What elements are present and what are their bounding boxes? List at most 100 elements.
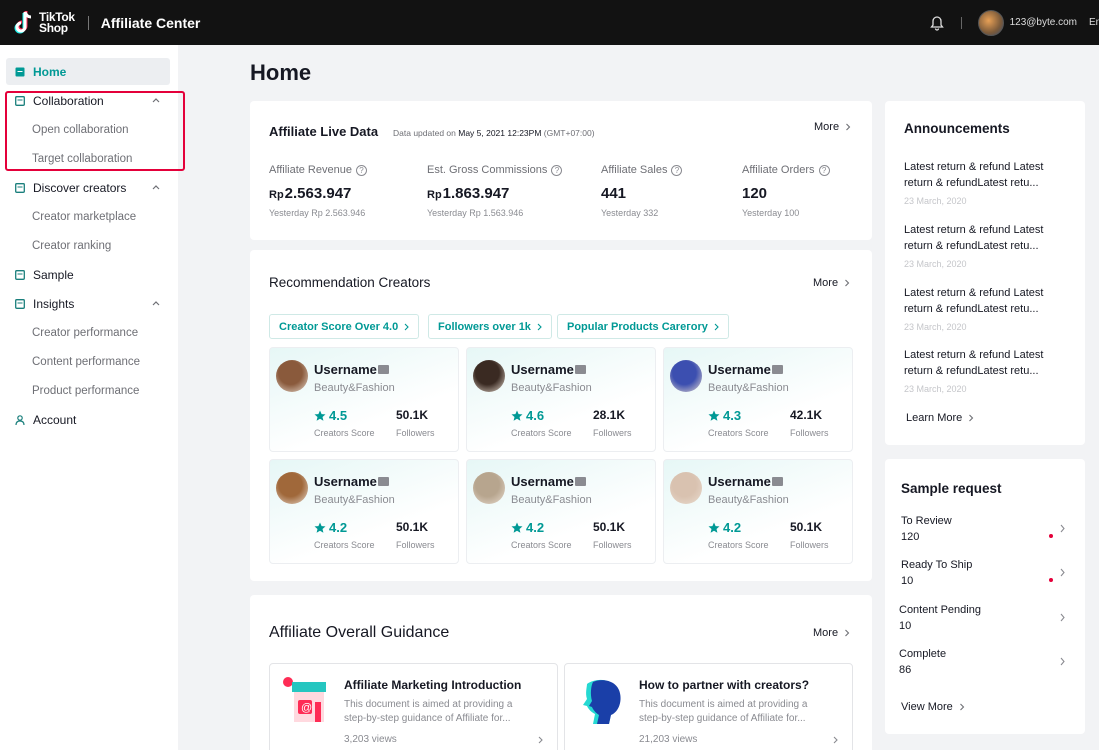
sample-status-label[interactable]: Content Pending <box>899 604 981 616</box>
chevron-right-icon[interactable] <box>1060 524 1065 533</box>
metric-affiliate-revenue-value: Rp2.563.947 <box>269 185 351 202</box>
sidebar-item-creator-performance[interactable]: Creator performance <box>32 327 138 339</box>
guidance-item-title: Affiliate Marketing Introduction <box>344 678 522 692</box>
guidance-more-link[interactable]: More <box>813 627 850 639</box>
creator-card[interactable]: Username Beauty&Fashion 4.2 Creators Sco… <box>269 459 459 564</box>
help-icon[interactable]: ? <box>355 164 367 176</box>
sample-status-label[interactable]: Complete <box>899 648 946 660</box>
creator-score-value: 4.2 <box>526 520 545 535</box>
metric-label-text: Est. Gross Commissions <box>427 164 548 176</box>
logo-line2: Shop <box>39 20 68 35</box>
sidebar-item-label: Insights <box>33 296 75 311</box>
filter-followers[interactable]: Followers over 1k <box>428 314 552 339</box>
metric-affiliate-sales-yesterday: Yesterday 332 <box>601 208 659 218</box>
id-card-icon <box>575 365 586 374</box>
sidebar-item-home[interactable]: Home <box>6 58 170 85</box>
insights-icon <box>15 298 25 309</box>
filter-creator-score[interactable]: Creator Score Over 4.0 <box>269 314 420 339</box>
creator-head-icon <box>583 679 621 724</box>
help-icon[interactable]: ? <box>818 164 830 176</box>
sidebar-item-creator-ranking[interactable]: Creator ranking <box>32 240 111 252</box>
sample-request-title: Sample request <box>901 481 1002 496</box>
sidebar-item-discover-creators[interactable]: Discover creators <box>6 174 170 201</box>
chevron-right-icon <box>833 736 838 744</box>
creator-score: 4.2 <box>511 520 544 535</box>
tiktok-shop-logo[interactable]: TikTok Shop <box>12 10 75 36</box>
creator-score-value: 4.3 <box>723 408 742 423</box>
creator-followers-label: Followers <box>593 428 632 438</box>
creator-score-value: 4.6 <box>526 408 545 423</box>
creator-category: Beauty&Fashion <box>708 382 789 394</box>
help-icon[interactable]: ? <box>671 164 683 176</box>
sidebar-item-account[interactable]: Account <box>6 406 170 433</box>
creator-score-label: Creators Score <box>511 428 572 438</box>
currency-label: Rp <box>427 189 442 201</box>
creator-score-value: 4.2 <box>723 520 742 535</box>
announcement-item[interactable]: Latest return & refund Latest return & r… <box>904 285 1054 317</box>
creator-followers-label: Followers <box>396 428 435 438</box>
recommendation-more-link[interactable]: More <box>813 277 850 289</box>
metric-label-text: Affiliate Orders <box>742 164 815 176</box>
announcement-item[interactable]: Latest return & refund Latest return & r… <box>904 347 1054 379</box>
creator-card[interactable]: Username Beauty&Fashion 4.3 Creators Sco… <box>663 347 853 452</box>
user-icon <box>15 414 25 425</box>
filter-label: Popular Products Carегory <box>567 320 708 333</box>
chevron-right-icon <box>846 123 851 131</box>
sample-status-label[interactable]: To Review <box>901 515 952 527</box>
chevron-right-icon <box>537 323 542 330</box>
view-more-link[interactable]: View More <box>901 701 965 713</box>
guidance-item-title: How to partner with creators? <box>639 678 810 692</box>
creator-card[interactable]: Username Beauty&Fashion 4.6 Creators Sco… <box>466 347 656 452</box>
creator-score: 4.5 <box>314 408 347 423</box>
sidebar-item-content-performance[interactable]: Content performance <box>32 356 140 368</box>
guidance-item[interactable]: How to partner with creators? This docum… <box>564 663 853 750</box>
live-data-more-link[interactable]: More <box>814 121 851 133</box>
guidance-item-desc: This document is aimed at providing a st… <box>344 699 513 724</box>
announcement-item[interactable]: Latest return & refund Latest return & r… <box>904 159 1054 191</box>
creator-card[interactable]: Username Beauty&Fashion 4.2 Creators Sco… <box>663 459 853 564</box>
creator-category: Beauty&Fashion <box>314 494 395 506</box>
chevron-right-icon <box>969 414 974 422</box>
bell-icon[interactable] <box>929 15 945 31</box>
creator-card[interactable]: Username Beauty&Fashion 4.2 Creators Sco… <box>466 459 656 564</box>
shop-icon: @ <box>283 677 326 722</box>
sidebar-item-product-performance[interactable]: Product performance <box>32 385 139 397</box>
learn-more-link[interactable]: Learn More <box>906 412 974 424</box>
metric-value-text: 1.863.947 <box>442 185 510 202</box>
help-icon[interactable]: ? <box>551 164 563 176</box>
chevron-up-icon <box>152 185 160 190</box>
announcement-date: 23 March, 2020 <box>904 196 967 206</box>
chevron-right-icon[interactable] <box>1060 613 1065 622</box>
creator-name: Username <box>314 474 377 489</box>
logo-wordmark: TikTok Shop <box>39 11 75 35</box>
topbar-divider <box>960 16 962 29</box>
sidebar-item-insights[interactable]: Insights <box>6 290 170 317</box>
user-email[interactable]: 123@byte.com <box>1010 17 1077 28</box>
creator-score: 4.2 <box>314 520 347 535</box>
creator-name: Username <box>314 362 377 377</box>
creator-category: Beauty&Fashion <box>314 382 395 394</box>
creator-score-label: Creators Score <box>314 540 375 550</box>
language-switch[interactable]: En <box>1089 17 1099 28</box>
chevron-right-icon[interactable] <box>1060 568 1065 577</box>
sidebar-item-creator-marketplace[interactable]: Creator marketplace <box>32 211 136 223</box>
user-avatar[interactable] <box>977 9 1004 36</box>
live-data-updated: Data updated on May 5, 2021 12:23PM (GMT… <box>393 128 595 138</box>
creator-card[interactable]: Username Beauty&Fashion 4.5 Creators Sco… <box>269 347 459 452</box>
creator-score-value: 4.5 <box>329 408 348 423</box>
sample-status-count: 10 <box>899 620 912 632</box>
announcement-item[interactable]: Latest return & refund Latest return & r… <box>904 222 1054 254</box>
sample-status-label[interactable]: Ready To Ship <box>901 559 972 571</box>
creator-followers: 42.1K <box>790 408 823 422</box>
page-title: Home <box>250 60 312 85</box>
creator-score-label: Creators Score <box>708 540 769 550</box>
filter-popular-products[interactable]: Popular Products Carегory <box>557 314 729 339</box>
live-data-title: Affiliate Live Data <box>269 124 379 139</box>
chevron-right-icon[interactable] <box>1060 657 1065 666</box>
creator-avatar <box>473 360 505 392</box>
metric-value-text: 2.563.947 <box>284 185 352 202</box>
id-card-icon <box>575 477 586 486</box>
guidance-item[interactable]: @ Affiliate Marketing Introduction This … <box>269 663 558 750</box>
guidance-item-desc: This document is aimed at providing a st… <box>639 699 808 724</box>
sidebar-item-sample[interactable]: Sample <box>6 261 170 288</box>
